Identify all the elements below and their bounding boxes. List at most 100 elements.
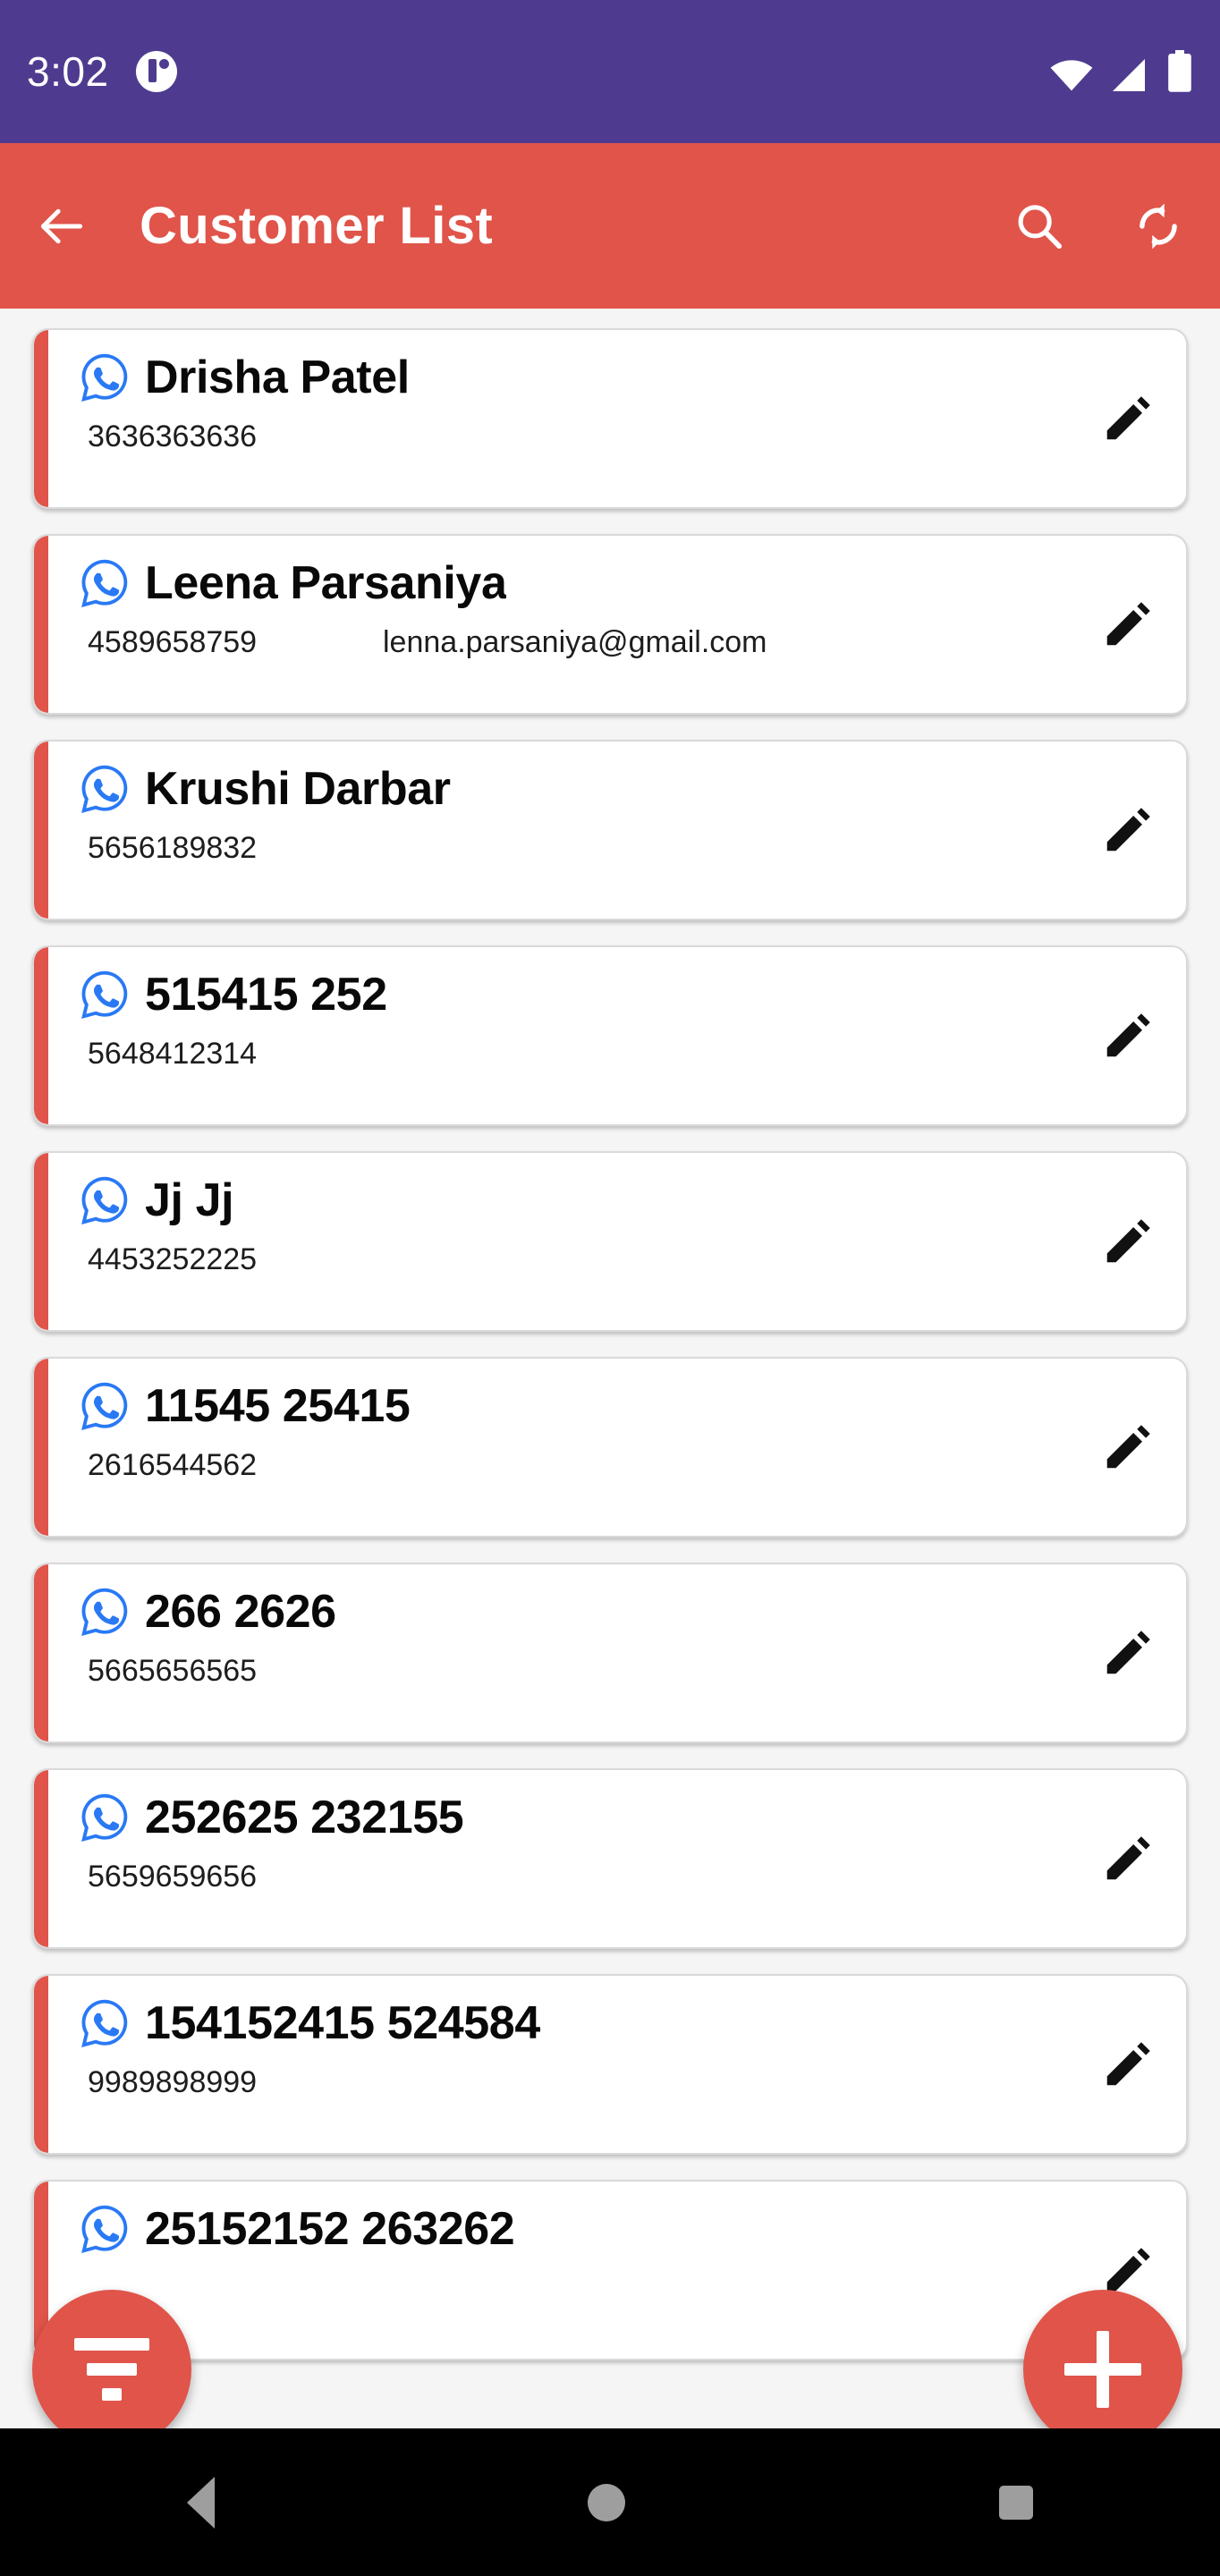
edit-pencil-icon[interactable]	[1070, 947, 1186, 1124]
customer-card[interactable]: Krushi Darbar 5656189832	[32, 740, 1188, 920]
customer-name: Drisha Patel	[145, 352, 410, 403]
nav-home-icon[interactable]	[588, 2483, 626, 2521]
customer-info: 154152415 524584 9989898999	[34, 1976, 1070, 2153]
customer-contact-row: 5659659656	[77, 1860, 1070, 1894]
whatsapp-icon[interactable]	[77, 1790, 132, 1845]
customer-name: Jj Jj	[145, 1174, 234, 1226]
edit-pencil-icon[interactable]	[1070, 1153, 1186, 1330]
whatsapp-icon[interactable]	[77, 2201, 132, 2257]
customer-phone: 2616544562	[88, 1448, 258, 1482]
customer-name-row: 515415 252	[77, 967, 1070, 1022]
whatsapp-icon[interactable]	[77, 967, 132, 1022]
customer-phone: 5659659656	[88, 1860, 258, 1894]
customer-contact-row: 3636363636	[77, 419, 1070, 454]
customer-info: 11545 25415 2616544562	[34, 1359, 1070, 1536]
status-icons	[1048, 50, 1193, 93]
whatsapp-icon[interactable]	[77, 1378, 132, 1434]
app-bar: Customer List	[0, 143, 1220, 309]
edit-pencil-icon[interactable]	[1070, 1564, 1186, 1741]
nav-recents-icon[interactable]	[999, 2485, 1034, 2520]
app-bar-actions	[1009, 197, 1188, 256]
battery-icon	[1168, 50, 1191, 92]
customer-contact-row: 5656189832	[77, 831, 1070, 866]
customer-name: 154152415 524584	[145, 1997, 540, 2049]
app-notification-icon	[135, 51, 177, 92]
customer-contact-row: 4453252225	[77, 1242, 1070, 1277]
edit-pencil-icon[interactable]	[1070, 1359, 1186, 1536]
back-arrow-icon[interactable]	[32, 197, 91, 256]
customer-phone: 5656189832	[88, 831, 258, 865]
edit-pencil-icon[interactable]	[1070, 1770, 1186, 1947]
search-icon[interactable]	[1009, 197, 1068, 256]
customer-info: 515415 252 5648412314	[34, 947, 1070, 1124]
customer-name: 515415 252	[145, 969, 387, 1021]
page-title: Customer List	[140, 197, 494, 255]
edit-pencil-icon[interactable]	[1070, 741, 1186, 919]
cellular-signal-icon	[1113, 59, 1145, 91]
customer-name: 252625 232155	[145, 1792, 464, 1843]
customer-contact-row: 5648412314	[77, 1037, 1070, 1072]
whatsapp-icon[interactable]	[77, 555, 132, 611]
customer-name: 25152152 263262	[145, 2203, 515, 2255]
customer-phone: 4453252225	[88, 1242, 258, 1276]
customer-info: Drisha Patel 3636363636	[34, 330, 1070, 507]
customer-info: Leena Parsaniya 4589658759 lenna.parsani…	[34, 536, 1070, 713]
customer-phone: 9989898999	[88, 2065, 258, 2099]
customer-phone: 3636363636	[88, 419, 258, 453]
customer-name: 266 2626	[145, 1586, 336, 1638]
customer-name-row: Krushi Darbar	[77, 761, 1070, 817]
status-bar: 3:02	[0, 0, 1220, 143]
filter-fab[interactable]	[32, 2290, 191, 2449]
customer-card[interactable]: 11545 25415 2616544562	[32, 1357, 1188, 1538]
whatsapp-icon[interactable]	[77, 761, 132, 817]
customer-card[interactable]: 25152152 263262	[32, 2180, 1188, 2360]
customer-contact-row: 4589658759 lenna.parsaniya@gmail.com	[77, 625, 1070, 660]
customer-name-row: 25152152 263262	[77, 2201, 1070, 2257]
edit-pencil-icon[interactable]	[1070, 536, 1186, 713]
customer-phone: 4589658759	[88, 625, 258, 659]
edit-pencil-icon[interactable]	[1070, 330, 1186, 507]
customer-contact-row: 9989898999	[77, 2065, 1070, 2100]
customer-card[interactable]: Drisha Patel 3636363636	[32, 328, 1188, 509]
customer-info: 25152152 263262	[34, 2182, 1070, 2359]
edit-pencil-icon[interactable]	[1070, 1976, 1186, 2153]
customer-name-row: 266 2626	[77, 1584, 1070, 1640]
whatsapp-icon[interactable]	[77, 1584, 132, 1640]
whatsapp-icon[interactable]	[77, 1173, 132, 1228]
add-customer-fab[interactable]	[1023, 2290, 1182, 2449]
customer-name-row: Drisha Patel	[77, 350, 1070, 405]
android-nav-bar	[0, 2428, 1220, 2576]
customer-name-row: Leena Parsaniya	[77, 555, 1070, 611]
wifi-icon	[1050, 60, 1093, 91]
customer-card[interactable]: 515415 252 5648412314	[32, 945, 1188, 1126]
customer-email: lenna.parsaniya@gmail.com	[383, 625, 767, 659]
customer-contact-row: 2616544562	[77, 1448, 1070, 1483]
customer-info: Jj Jj 4453252225	[34, 1153, 1070, 1330]
customer-name-row: 11545 25415	[77, 1378, 1070, 1434]
status-time: 3:02	[27, 48, 109, 95]
customer-name: Krushi Darbar	[145, 763, 451, 815]
customer-card[interactable]: 154152415 524584 9989898999	[32, 1974, 1188, 2155]
whatsapp-icon[interactable]	[77, 350, 132, 405]
filter-icon	[74, 2338, 149, 2401]
customer-name-row: Jj Jj	[77, 1173, 1070, 1228]
customer-card[interactable]: 252625 232155 5659659656	[32, 1768, 1188, 1949]
customer-name: Leena Parsaniya	[145, 557, 507, 609]
customer-card[interactable]: Jj Jj 4453252225	[32, 1151, 1188, 1332]
app-screen: 3:02 Customer List Drisha Patel 36363636…	[0, 0, 1220, 2576]
customer-list[interactable]: Drisha Patel 3636363636 Leena Parsaniya …	[0, 309, 1220, 2428]
customer-info: 266 2626 5665656565	[34, 1564, 1070, 1741]
customer-name-row: 154152415 524584	[77, 1996, 1070, 2051]
customer-name: 11545 25415	[145, 1380, 411, 1432]
refresh-sync-icon[interactable]	[1129, 197, 1188, 256]
customer-card[interactable]: Leena Parsaniya 4589658759 lenna.parsani…	[32, 534, 1188, 715]
plus-icon	[1064, 2331, 1141, 2408]
customer-contact-row: 5665656565	[77, 1654, 1070, 1689]
customer-phone: 5648412314	[88, 1037, 258, 1071]
nav-back-icon[interactable]	[186, 2476, 215, 2529]
customer-info: Krushi Darbar 5656189832	[34, 741, 1070, 919]
customer-card[interactable]: 266 2626 5665656565	[32, 1563, 1188, 1743]
whatsapp-icon[interactable]	[77, 1996, 132, 2051]
customer-phone: 5665656565	[88, 1654, 258, 1688]
customer-name-row: 252625 232155	[77, 1790, 1070, 1845]
